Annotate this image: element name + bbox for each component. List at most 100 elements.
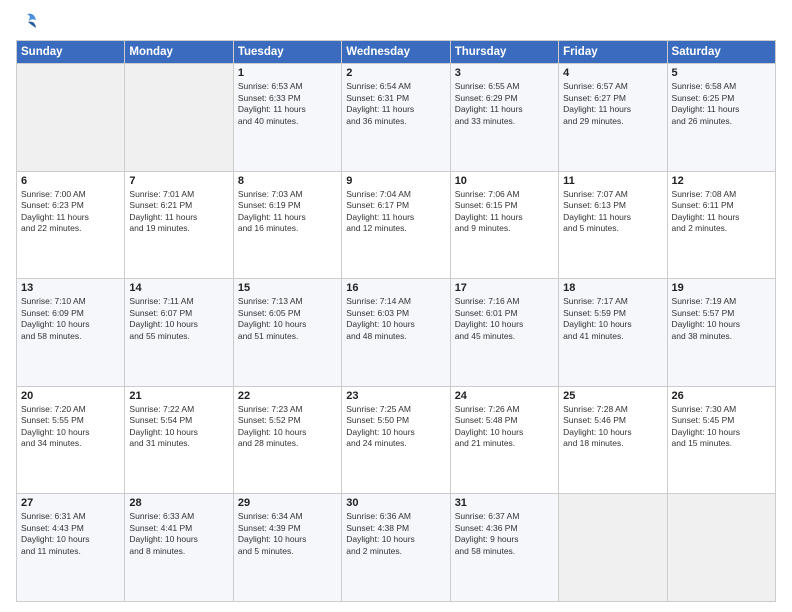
calendar-cell: 13Sunrise: 7:10 AM Sunset: 6:09 PM Dayli… [17, 279, 125, 387]
calendar-cell: 6 Sunrise: 7:00 AM Sunset: 6:23 PM Daylig… [17, 171, 125, 279]
day-info: Sunrise: 7:07 AM Sunset: 6:13 PM Dayligh… [563, 189, 662, 235]
calendar-cell: 31 Sunrise: 6:37 AM Sunset: 4:36 PM Dayli… [450, 494, 558, 602]
calendar-cell: 3 Sunrise: 6:55 AM Sunset: 6:29 PM Daylig… [450, 64, 558, 172]
day-info: Sunrise: 7:04 AM Sunset: 6:17 PM Dayligh… [346, 189, 445, 235]
calendar-cell [17, 64, 125, 172]
calendar-cell: 11 Sunrise: 7:07 AM Sunset: 6:13 PM Dayli… [559, 171, 667, 279]
day-info: Sunrise: 7:22 AM Sunset: 5:54 PM Dayligh… [129, 404, 228, 450]
day-info: Sunrise: 7:03 AM Sunset: 6:19 PM Dayligh… [238, 189, 337, 235]
day-number: 11 [563, 175, 662, 187]
weekday-header-friday: Friday [559, 41, 667, 64]
day-info: Sunrise: 7:19 AM Sunset: 5:57 PM Dayligh… [672, 296, 771, 342]
day-info: Sunrise: 7:16 AM Sunset: 6:01 PM Dayligh… [455, 296, 554, 342]
calendar-cell: 16 Sunrise: 7:14 AM Sunset: 6:03 PM Dayli… [342, 279, 450, 387]
calendar-cell: 30 Sunrise: 6:36 AM Sunset: 4:38 PM Dayli… [342, 494, 450, 602]
day-info: Sunrise: 7:10 AM Sunset: 6:09 PM Dayligh… [21, 296, 120, 342]
day-info: Sunrise: 7:25 AM Sunset: 5:50 PM Dayligh… [346, 404, 445, 450]
calendar-cell [559, 494, 667, 602]
day-number: 5 [672, 67, 771, 79]
day-number: 25 [563, 390, 662, 402]
day-number: 30 [346, 497, 445, 509]
calendar-week-2: 6 Sunrise: 7:00 AM Sunset: 6:23 PM Daylig… [17, 171, 776, 279]
calendar-week-3: 13Sunrise: 7:10 AM Sunset: 6:09 PM Dayli… [17, 279, 776, 387]
day-info: Sunrise: 7:11 AM Sunset: 6:07 PM Dayligh… [129, 296, 228, 342]
day-info: Sunrise: 6:37 AM Sunset: 4:36 PM Dayligh… [455, 511, 554, 557]
calendar-cell: 22 Sunrise: 7:23 AM Sunset: 5:52 PM Dayli… [233, 386, 341, 494]
day-info: Sunrise: 7:06 AM Sunset: 6:15 PM Dayligh… [455, 189, 554, 235]
day-number: 14 [129, 282, 228, 294]
calendar-week-1: 1Sunrise: 6:53 AM Sunset: 6:33 PM Daylig… [17, 64, 776, 172]
day-info: Sunrise: 6:33 AM Sunset: 4:41 PM Dayligh… [129, 511, 228, 557]
calendar-cell [125, 64, 233, 172]
day-info: Sunrise: 6:34 AM Sunset: 4:39 PM Dayligh… [238, 511, 337, 557]
day-number: 29 [238, 497, 337, 509]
day-number: 27 [21, 497, 120, 509]
day-info: Sunrise: 7:20 AM Sunset: 5:55 PM Dayligh… [21, 404, 120, 450]
day-info: Sunrise: 7:23 AM Sunset: 5:52 PM Dayligh… [238, 404, 337, 450]
calendar-cell: 4Sunrise: 6:57 AM Sunset: 6:27 PM Daylig… [559, 64, 667, 172]
day-info: Sunrise: 7:30 AM Sunset: 5:45 PM Dayligh… [672, 404, 771, 450]
weekday-header-tuesday: Tuesday [233, 41, 341, 64]
calendar: SundayMondayTuesdayWednesdayThursdayFrid… [16, 40, 776, 602]
weekday-header-monday: Monday [125, 41, 233, 64]
calendar-cell: 18 Sunrise: 7:17 AM Sunset: 5:59 PM Dayli… [559, 279, 667, 387]
day-number: 6 [21, 175, 120, 187]
logo-text [16, 12, 38, 32]
weekday-header-sunday: Sunday [17, 41, 125, 64]
calendar-cell: 17 Sunrise: 7:16 AM Sunset: 6:01 PM Dayli… [450, 279, 558, 387]
weekday-header-saturday: Saturday [667, 41, 775, 64]
day-number: 8 [238, 175, 337, 187]
day-number: 23 [346, 390, 445, 402]
day-number: 18 [563, 282, 662, 294]
calendar-cell: 15 Sunrise: 7:13 AM Sunset: 6:05 PM Dayli… [233, 279, 341, 387]
calendar-cell: 24Sunrise: 7:26 AM Sunset: 5:48 PM Dayli… [450, 386, 558, 494]
page: SundayMondayTuesdayWednesdayThursdayFrid… [0, 0, 792, 612]
day-info: Sunrise: 7:08 AM Sunset: 6:11 PM Dayligh… [672, 189, 771, 235]
day-number: 9 [346, 175, 445, 187]
day-number: 3 [455, 67, 554, 79]
day-info: Sunrise: 6:54 AM Sunset: 6:31 PM Dayligh… [346, 81, 445, 127]
calendar-cell: 29 Sunrise: 6:34 AM Sunset: 4:39 PM Dayli… [233, 494, 341, 602]
day-info: Sunrise: 7:01 AM Sunset: 6:21 PM Dayligh… [129, 189, 228, 235]
day-info: Sunrise: 6:57 AM Sunset: 6:27 PM Dayligh… [563, 81, 662, 127]
day-info: Sunrise: 6:36 AM Sunset: 4:38 PM Dayligh… [346, 511, 445, 557]
day-number: 2 [346, 67, 445, 79]
day-info: Sunrise: 7:28 AM Sunset: 5:46 PM Dayligh… [563, 404, 662, 450]
calendar-week-4: 20 Sunrise: 7:20 AM Sunset: 5:55 PM Dayli… [17, 386, 776, 494]
day-info: Sunrise: 7:17 AM Sunset: 5:59 PM Dayligh… [563, 296, 662, 342]
day-info: Sunrise: 6:53 AM Sunset: 6:33 PM Dayligh… [238, 81, 337, 127]
day-number: 26 [672, 390, 771, 402]
calendar-cell: 23 Sunrise: 7:25 AM Sunset: 5:50 PM Dayli… [342, 386, 450, 494]
calendar-cell: 9 Sunrise: 7:04 AM Sunset: 6:17 PM Daylig… [342, 171, 450, 279]
calendar-cell: 19 Sunrise: 7:19 AM Sunset: 5:57 PM Dayli… [667, 279, 775, 387]
calendar-cell: 8 Sunrise: 7:03 AM Sunset: 6:19 PM Daylig… [233, 171, 341, 279]
calendar-table: SundayMondayTuesdayWednesdayThursdayFrid… [16, 40, 776, 602]
day-number: 24 [455, 390, 554, 402]
day-number: 10 [455, 175, 554, 187]
day-number: 19 [672, 282, 771, 294]
weekday-header-thursday: Thursday [450, 41, 558, 64]
day-info: Sunrise: 7:00 AM Sunset: 6:23 PM Dayligh… [21, 189, 120, 235]
day-info: Sunrise: 7:14 AM Sunset: 6:03 PM Dayligh… [346, 296, 445, 342]
day-number: 7 [129, 175, 228, 187]
day-number: 22 [238, 390, 337, 402]
calendar-cell [667, 494, 775, 602]
calendar-cell: 20 Sunrise: 7:20 AM Sunset: 5:55 PM Dayli… [17, 386, 125, 494]
header [16, 12, 776, 32]
calendar-cell: 21Sunrise: 7:22 AM Sunset: 5:54 PM Dayli… [125, 386, 233, 494]
day-number: 31 [455, 497, 554, 509]
day-number: 20 [21, 390, 120, 402]
day-info: Sunrise: 6:55 AM Sunset: 6:29 PM Dayligh… [455, 81, 554, 127]
day-number: 12 [672, 175, 771, 187]
day-number: 17 [455, 282, 554, 294]
calendar-week-5: 27 Sunrise: 6:31 AM Sunset: 4:43 PM Dayli… [17, 494, 776, 602]
day-number: 15 [238, 282, 337, 294]
calendar-cell: 2 Sunrise: 6:54 AM Sunset: 6:31 PM Daylig… [342, 64, 450, 172]
calendar-cell: 25 Sunrise: 7:28 AM Sunset: 5:46 PM Dayli… [559, 386, 667, 494]
day-info: Sunrise: 7:13 AM Sunset: 6:05 PM Dayligh… [238, 296, 337, 342]
calendar-cell: 27 Sunrise: 6:31 AM Sunset: 4:43 PM Dayli… [17, 494, 125, 602]
calendar-cell: 28Sunrise: 6:33 AM Sunset: 4:41 PM Dayli… [125, 494, 233, 602]
day-number: 16 [346, 282, 445, 294]
day-info: Sunrise: 6:31 AM Sunset: 4:43 PM Dayligh… [21, 511, 120, 557]
calendar-cell: 26 Sunrise: 7:30 AM Sunset: 5:45 PM Dayli… [667, 386, 775, 494]
